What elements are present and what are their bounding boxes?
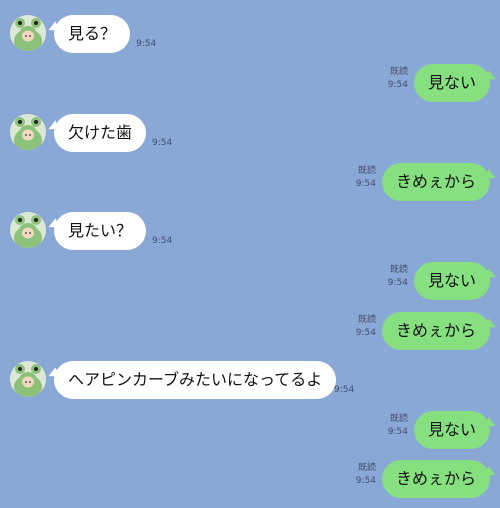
message-time: 9:54: [355, 476, 376, 486]
message-time: 9:54: [387, 278, 408, 288]
read-receipt: 既読: [389, 67, 408, 77]
read-receipt: 既読: [357, 315, 376, 325]
message-meta: 既読 9:54: [388, 66, 408, 92]
message-row: 見たい？ 9:54: [0, 212, 500, 252]
frog-hood-avatar-icon[interactable]: [10, 114, 46, 150]
read-receipt: 既読: [357, 166, 376, 176]
incoming-message-bubble[interactable]: ヘアピンカーブみたいになってるよ: [54, 361, 337, 399]
message-time: 9:54: [136, 39, 157, 49]
outgoing-message-bubble[interactable]: 見ない: [413, 411, 490, 449]
message-meta: 既読 9:54: [388, 264, 408, 290]
read-receipt: 既読: [389, 414, 408, 424]
message-row: ヘアピンカーブみたいになってるよ 9:54: [0, 361, 500, 401]
frog-hood-avatar-icon[interactable]: [10, 361, 46, 397]
incoming-message-bubble[interactable]: 欠けた歯: [54, 114, 147, 152]
outgoing-message-bubble[interactable]: きめぇから: [381, 163, 490, 201]
message-time: 9:54: [152, 138, 173, 148]
message-meta: 既読 9:54: [356, 462, 376, 488]
message-row: 既読 9:54 きめぇから: [0, 163, 500, 203]
read-receipt: 既読: [357, 463, 376, 473]
message-meta: 既読 9:54: [356, 165, 376, 191]
message-row: 既読 9:54 きめぇから: [0, 312, 500, 352]
outgoing-message-bubble[interactable]: きめぇから: [381, 460, 490, 498]
message-time: 9:54: [355, 328, 376, 338]
outgoing-message-bubble[interactable]: 見ない: [413, 64, 490, 102]
frog-hood-avatar-icon[interactable]: [10, 212, 46, 248]
message-meta: 既読 9:54: [356, 314, 376, 340]
message-time: 9:54: [152, 236, 173, 246]
message-row: 既読 9:54 きめぇから: [0, 460, 500, 500]
frog-hood-avatar-icon[interactable]: [10, 15, 46, 51]
message-row: 見る？ 9:54: [0, 15, 500, 55]
outgoing-message-bubble[interactable]: きめぇから: [381, 312, 490, 350]
message-row: 既読 9:54 見ない: [0, 64, 500, 104]
message-time: 9:54: [387, 427, 408, 437]
message-time: 9:54: [334, 385, 355, 395]
outgoing-message-bubble[interactable]: 見ない: [413, 262, 490, 300]
message-row: 欠けた歯 9:54: [0, 114, 500, 154]
message-time: 9:54: [387, 80, 408, 90]
read-receipt: 既読: [389, 265, 408, 275]
message-time: 9:54: [355, 179, 376, 189]
chat-timeline: 見る？ 9:54 既読 9:54 見ない 欠けた歯 9:54 既読 9:54 き…: [0, 0, 500, 508]
message-row: 既読 9:54 見ない: [0, 411, 500, 451]
message-meta: 既読 9:54: [388, 413, 408, 439]
incoming-message-bubble[interactable]: 見たい？: [54, 212, 147, 250]
incoming-message-bubble[interactable]: 見る？: [54, 15, 131, 53]
message-row: 既読 9:54 見ない: [0, 262, 500, 302]
